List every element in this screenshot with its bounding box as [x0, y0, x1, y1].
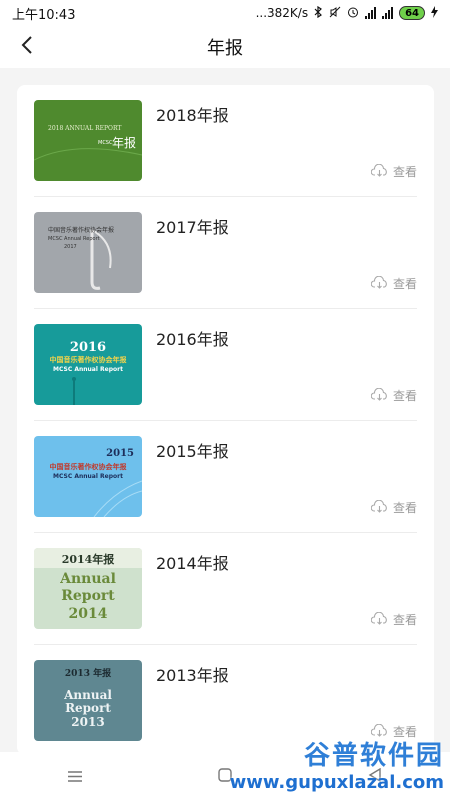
signal-icon	[365, 7, 377, 19]
report-title: 2013年报	[156, 666, 229, 685]
system-nav-bar	[0, 752, 450, 800]
svg-text:2017: 2017	[64, 244, 77, 250]
view-button[interactable]: 查看	[370, 723, 417, 740]
svg-text:2014年报: 2014年报	[62, 552, 116, 566]
report-cover: 2016 中国音乐著作权协会年报 MCSC Annual Report	[34, 324, 142, 405]
charging-icon	[431, 5, 438, 21]
view-label: 查看	[392, 389, 417, 403]
back-button[interactable]	[14, 34, 40, 60]
header-bar: 年报	[0, 26, 450, 68]
cloud-download-icon	[370, 723, 388, 740]
report-title: 2018年报	[156, 106, 229, 125]
list-item[interactable]: 2013 年报 Annual Report 2013 2013年报 查看	[17, 645, 434, 755]
back-nav-button[interactable]	[345, 756, 405, 796]
cloud-download-icon	[370, 387, 388, 404]
svg-text:2013 年报: 2013 年报	[65, 667, 111, 679]
svg-text:MCSC: MCSC	[98, 140, 113, 146]
view-button[interactable]: 查看	[370, 163, 417, 180]
list-item[interactable]: 中国音乐著作权协会年报 MCSC Annual Report 2017 2017…	[17, 197, 434, 309]
menu-icon	[68, 767, 82, 786]
report-title: 2016年报	[156, 330, 229, 349]
view-label: 查看	[392, 165, 417, 179]
report-title: 2017年报	[156, 218, 229, 237]
svg-text:2015: 2015	[106, 448, 134, 459]
list-item[interactable]: 2015 中国音乐著作权协会年报 MCSC Annual Report 2015…	[17, 421, 434, 533]
cloud-download-icon	[370, 163, 388, 180]
svg-text:Annual: Annual	[63, 688, 112, 702]
list-item[interactable]: 2014年报 Annual Report 2014 2014年报 查看	[17, 533, 434, 645]
svg-text:年报: 年报	[112, 135, 136, 150]
chevron-left-icon	[20, 35, 34, 59]
view-button[interactable]: 查看	[370, 275, 417, 292]
svg-text:2014: 2014	[69, 606, 108, 622]
network-speed: ...382K/s	[255, 6, 309, 20]
report-cover: 2018 ANNUAL REPORT MCSC 年报	[34, 100, 142, 181]
alarm-icon	[347, 6, 359, 21]
battery-icon: 64	[399, 6, 425, 20]
mute-icon	[329, 6, 341, 21]
svg-text:Report: Report	[61, 588, 115, 604]
signal-icon-2	[382, 7, 394, 19]
report-list: 2018 ANNUAL REPORT MCSC 年报 2018年报 查看 中国音…	[17, 85, 434, 755]
page-title: 年报	[207, 38, 243, 59]
home-button[interactable]	[195, 756, 255, 796]
svg-text:2016: 2016	[70, 340, 106, 355]
view-label: 查看	[392, 277, 417, 291]
view-label: 查看	[392, 725, 417, 739]
svg-text:2013: 2013	[71, 715, 104, 729]
view-button[interactable]: 查看	[370, 611, 417, 628]
svg-text:中国音乐著作权协会年报: 中国音乐著作权协会年报	[50, 462, 128, 471]
list-item[interactable]: 2016 中国音乐著作权协会年报 MCSC Annual Report 2016…	[17, 309, 434, 421]
cloud-download-icon	[370, 611, 388, 628]
back-triangle-icon	[368, 767, 382, 786]
svg-text:MCSC Annual Report: MCSC Annual Report	[53, 366, 123, 373]
report-cover: 2014年报 Annual Report 2014	[34, 548, 142, 629]
list-item[interactable]: 2018 ANNUAL REPORT MCSC 年报 2018年报 查看	[17, 85, 434, 197]
report-cover: 2015 中国音乐著作权协会年报 MCSC Annual Report	[34, 436, 142, 517]
svg-text:MCSC Annual Report: MCSC Annual Report	[53, 473, 123, 480]
status-bar: 上午10:43 ...382K/s 64	[0, 0, 450, 26]
svg-text:2018 ANNUAL REPORT: 2018 ANNUAL REPORT	[48, 125, 121, 132]
view-button[interactable]: 查看	[370, 499, 417, 516]
view-button[interactable]: 查看	[370, 387, 417, 404]
report-title: 2014年报	[156, 554, 229, 573]
view-label: 查看	[392, 501, 417, 515]
report-title: 2015年报	[156, 442, 229, 461]
svg-text:Report: Report	[65, 701, 111, 715]
svg-text:中国音乐著作权协会年报: 中国音乐著作权协会年报	[48, 226, 114, 234]
view-label: 查看	[392, 613, 417, 627]
menu-button[interactable]	[45, 756, 105, 796]
svg-text:Annual: Annual	[59, 571, 116, 587]
cloud-download-icon	[370, 499, 388, 516]
svg-text:中国音乐著作权协会年报: 中国音乐著作权协会年报	[50, 355, 128, 364]
report-cover: 2013 年报 Annual Report 2013	[34, 660, 142, 741]
status-icons: ...382K/s 64	[255, 5, 438, 21]
report-cover: 中国音乐著作权协会年报 MCSC Annual Report 2017	[34, 212, 142, 293]
status-time: 上午10:43	[12, 7, 76, 23]
home-icon	[218, 767, 232, 786]
svg-text:MCSC Annual Report: MCSC Annual Report	[48, 236, 100, 242]
cloud-download-icon	[370, 275, 388, 292]
bluetooth-icon	[314, 5, 323, 21]
